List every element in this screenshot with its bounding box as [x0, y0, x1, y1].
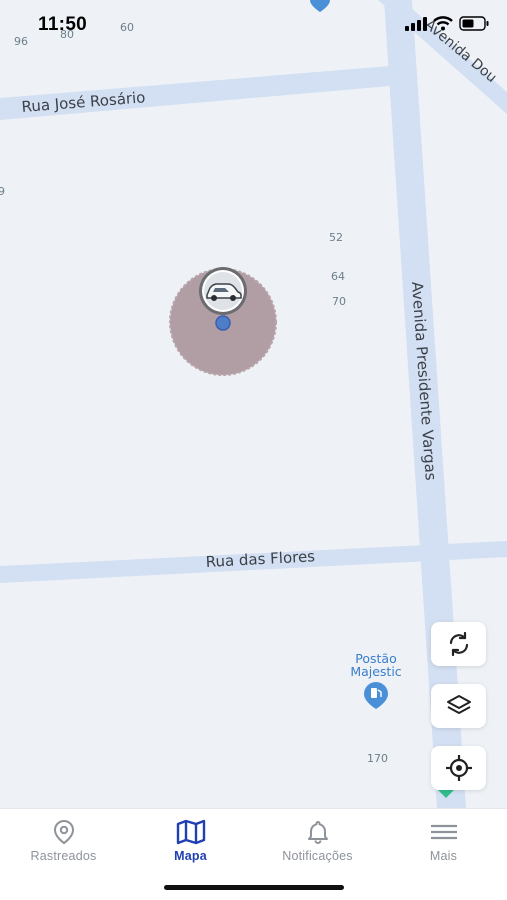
map-icon: [176, 819, 205, 845]
status-time: 11:50: [38, 14, 88, 35]
house-number: 9: [0, 185, 5, 198]
house-number: 64: [331, 270, 345, 283]
refresh-icon: [449, 631, 468, 657]
gas-station-icon[interactable]: [364, 682, 388, 709]
tab-notificacoes[interactable]: Notificações: [254, 809, 381, 879]
tab-mais[interactable]: Mais: [380, 809, 507, 879]
tab-label-mapa: Mapa: [174, 849, 207, 863]
refresh-button[interactable]: [431, 622, 486, 666]
layers-icon: [446, 695, 471, 714]
tab-label-mais: Mais: [429, 849, 458, 863]
wifi-icon: [433, 16, 453, 31]
status-bar: 11:50: [0, 0, 507, 50]
crosshair-icon: [445, 755, 472, 781]
map-canvas[interactable]: Rua José Rosário Avenida Presidente Varg…: [0, 0, 507, 808]
home-indicator[interactable]: [164, 885, 344, 890]
tab-label-rastreados: Rastreados: [30, 849, 97, 863]
bell-icon: [307, 821, 328, 844]
poi-label-line2: Majestic: [350, 664, 401, 679]
position-dot: [215, 315, 231, 331]
status-icons: [405, 16, 489, 31]
tab-label-notificacoes: Notificações: [282, 849, 353, 863]
map-layers-button[interactable]: [431, 684, 486, 728]
tab-mapa[interactable]: Mapa: [127, 809, 254, 879]
battery-icon: [459, 16, 489, 31]
menu-icon: [430, 824, 457, 840]
tab-rastreados[interactable]: Rastreados: [0, 809, 127, 879]
map-view[interactable]: Rua José Rosário Avenida Presidente Varg…: [0, 0, 507, 808]
house-number: 52: [329, 231, 343, 244]
location-pin-icon: [53, 819, 74, 845]
house-number: 170: [367, 752, 388, 765]
cellular-signal-icon: [405, 16, 427, 31]
vehicle-marker-icon[interactable]: [199, 267, 247, 315]
my-location-button[interactable]: [431, 746, 486, 790]
house-number: 70: [332, 295, 346, 308]
